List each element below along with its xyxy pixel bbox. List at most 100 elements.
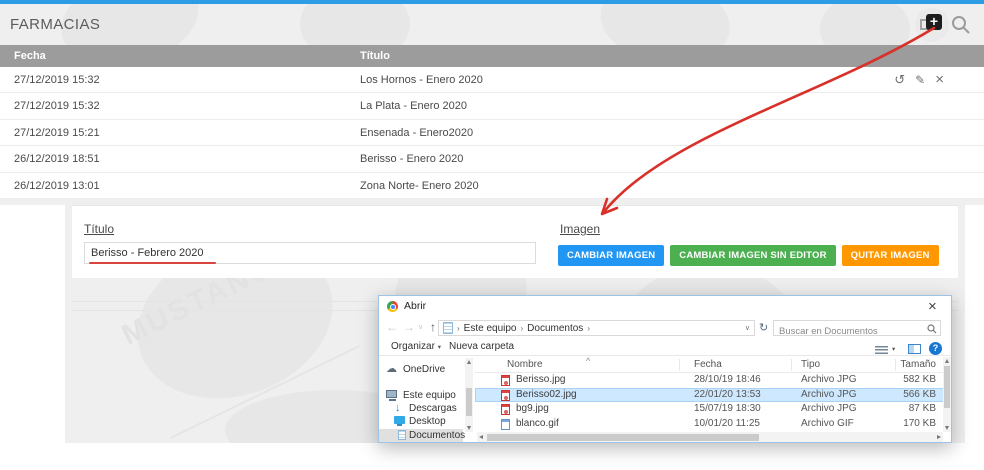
download-icon: ↓ (395, 403, 401, 414)
file-size: 566 KB (900, 388, 936, 403)
page-header (0, 4, 984, 45)
column-nombre[interactable]: Nombre (507, 359, 543, 370)
table-row[interactable]: 27/12/2019 15:32 Los Hornos - Enero 2020… (0, 67, 984, 93)
address-dropdown-icon[interactable]: ∨ (745, 324, 750, 332)
refresh-icon[interactable]: ↻ (759, 321, 768, 334)
add-record-button[interactable]: + (915, 8, 949, 42)
edit-icon[interactable]: ✎ (915, 67, 925, 93)
scroll-up-icon[interactable] (945, 359, 949, 363)
scroll-up-icon[interactable] (467, 360, 471, 364)
dialog-title: Abrir (404, 300, 426, 312)
view-dropdown-icon[interactable]: ▾ (892, 345, 895, 353)
table-row[interactable]: 26/12/2019 13:01 Zona Norte- Enero 2020 (0, 173, 984, 199)
history-icon[interactable]: ↺ (894, 67, 905, 93)
help-icon[interactable]: ? (929, 342, 942, 355)
sidebar-label: OneDrive (403, 363, 445, 376)
folder-mini-icon (443, 322, 453, 334)
column-divider (895, 359, 896, 371)
row-fecha: 27/12/2019 15:32 (14, 93, 100, 119)
titulo-input[interactable] (84, 242, 536, 264)
view-mode-icon[interactable] (875, 346, 888, 354)
jpg-file-icon (501, 375, 510, 386)
file-row-selected[interactable]: Berisso02.jpg 22/01/20 13:53 Archivo JPG… (475, 388, 945, 403)
crumb-este-equipo[interactable]: Este equipo (464, 323, 517, 334)
scroll-down-icon[interactable] (945, 426, 949, 430)
quitar-imagen-button[interactable]: QUITAR IMAGEN (842, 245, 939, 266)
sidebar-scrollbar[interactable] (465, 358, 473, 432)
crumb-separator: › (457, 324, 460, 333)
file-type: Archivo JPG (801, 388, 857, 403)
scroll-thumb[interactable] (466, 388, 472, 416)
address-breadcrumb[interactable]: › Este equipo › Documentos › ∨ (438, 320, 755, 336)
computer-icon (386, 390, 397, 398)
sidebar-label: Este equipo (403, 389, 456, 402)
search-icon[interactable] (951, 15, 971, 35)
row-titulo: Zona Norte- Enero 2020 (360, 173, 479, 199)
column-header-fecha: Fecha (14, 45, 46, 67)
column-tipo[interactable]: Tipo (801, 359, 820, 370)
plus-icon: + (926, 14, 942, 30)
preview-pane-icon[interactable] (908, 344, 921, 354)
sort-caret-icon: ^ (586, 356, 590, 366)
file-size: 87 KB (900, 402, 936, 417)
row-titulo: Berisso - Enero 2020 (360, 146, 463, 172)
file-date: 10/01/20 11:25 (694, 417, 760, 432)
search-field[interactable] (773, 320, 941, 336)
file-size: 170 KB (900, 417, 936, 432)
up-icon[interactable]: ↑ (430, 320, 436, 334)
scroll-left-icon[interactable] (479, 435, 483, 439)
gif-file-icon (501, 419, 510, 430)
filelist-vscrollbar[interactable] (943, 357, 951, 432)
file-date: 22/01/20 13:53 (694, 388, 761, 403)
new-folder-button[interactable]: Nueva carpeta (449, 341, 514, 352)
forward-icon[interactable]: → (403, 320, 415, 334)
column-fecha[interactable]: Fecha (694, 359, 722, 370)
table-row[interactable]: 27/12/2019 15:21 Ensenada - Enero2020 (0, 120, 984, 146)
delete-icon[interactable]: × (935, 67, 944, 93)
scroll-down-icon[interactable] (467, 426, 471, 430)
crumb-separator: › (521, 324, 524, 333)
sidebar-item-onedrive[interactable]: ☁ OneDrive (379, 363, 463, 376)
red-underline-annotation (89, 262, 216, 264)
file-name: Berisso.jpg (516, 373, 565, 388)
column-header-titulo: Título (360, 45, 390, 67)
filelist-hscrollbar[interactable] (477, 432, 943, 442)
table-row[interactable]: 26/12/2019 18:51 Berisso - Enero 2020 (0, 146, 984, 172)
file-type: Archivo GIF (801, 417, 854, 432)
close-icon[interactable]: × (928, 298, 937, 315)
scroll-right-icon[interactable] (937, 435, 941, 439)
scroll-thumb[interactable] (487, 434, 759, 441)
sidebar-item-descargas[interactable]: ↓ Descargas (379, 402, 463, 415)
crumb-separator: › (587, 324, 590, 333)
sidebar-label: Descargas (409, 402, 457, 415)
file-type: Archivo JPG (801, 402, 857, 417)
sidebar-item-este-equipo[interactable]: Este equipo (379, 389, 463, 402)
file-name: blanco.gif (516, 417, 559, 432)
cambiar-imagen-button[interactable]: CAMBIAR IMAGEN (558, 245, 664, 266)
scroll-thumb[interactable] (944, 366, 950, 408)
row-fecha: 27/12/2019 15:21 (14, 120, 100, 146)
organize-menu[interactable]: Organizar ▾ (391, 341, 441, 352)
cambiar-imagen-sin-editor-button[interactable]: CAMBIAR IMAGEN SIN EDITOR (670, 245, 835, 266)
column-tamano[interactable]: Tamaño (882, 359, 936, 370)
recent-locations-icon[interactable]: ∨ (418, 323, 423, 331)
cloud-icon: ☁ (386, 364, 397, 374)
file-list-header: Nombre ^ Fecha Tipo Tamaño (475, 357, 945, 373)
watermark-blob (594, 4, 737, 45)
file-row[interactable]: bg9.jpg 15/07/19 18:30 Archivo JPG 87 KB (475, 402, 945, 417)
sidebar-item-documentos[interactable]: Documentos (379, 429, 463, 442)
column-divider (791, 359, 792, 371)
file-row[interactable]: blanco.gif 10/01/20 11:25 Archivo GIF 17… (475, 417, 945, 432)
search-input[interactable] (774, 324, 929, 340)
edit-form: Título Imagen CAMBIAR IMAGEN CAMBIAR IMA… (72, 205, 958, 278)
row-fecha: 27/12/2019 15:32 (14, 67, 100, 93)
dialog-titlebar[interactable]: Abrir × (379, 296, 951, 317)
titulo-label: Título (84, 222, 114, 236)
chrome-icon (387, 301, 398, 312)
back-icon[interactable]: ← (386, 320, 398, 334)
file-row[interactable]: Berisso.jpg 28/10/19 18:46 Archivo JPG 5… (475, 373, 945, 388)
table-row[interactable]: 27/12/2019 15:32 La Plata - Enero 2020 (0, 93, 984, 119)
sidebar-item-desktop[interactable]: Desktop (379, 415, 463, 428)
app-window: FARMACIAS + Fecha Título 27/12/2019 15:3… (0, 0, 984, 470)
crumb-documentos[interactable]: Documentos (527, 323, 583, 334)
